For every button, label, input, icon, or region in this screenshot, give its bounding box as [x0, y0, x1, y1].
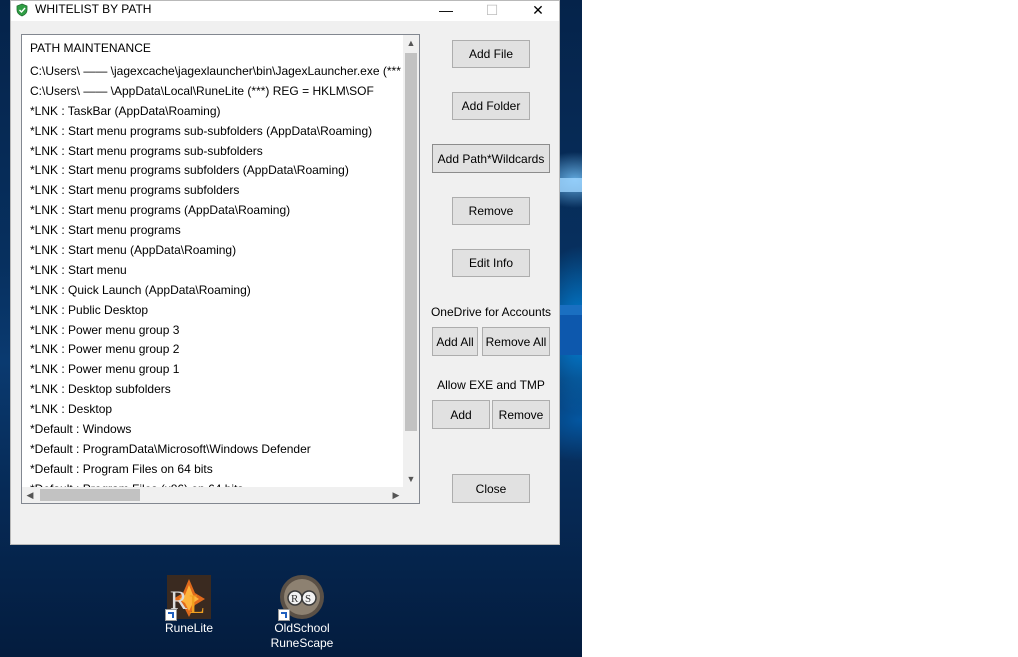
allow-exe-add-button[interactable]: Add — [432, 400, 490, 429]
vertical-scrollbar[interactable]: ▲ ▼ — [403, 35, 419, 487]
desktop-icon-runelite[interactable]: R L RuneLite — [162, 573, 216, 636]
scroll-up-icon[interactable]: ▲ — [403, 35, 419, 51]
wallpaper-light — [560, 178, 582, 192]
horizontal-scrollbar[interactable]: ◀ ▶ — [22, 487, 404, 503]
scrollbar-corner — [403, 487, 419, 503]
list-item[interactable]: *LNK : Start menu (AppData\Roaming) — [30, 240, 402, 260]
desktop-icon-oldschool-runescape[interactable]: R S OldSchool RuneScape — [270, 573, 334, 651]
add-path-wildcards-button[interactable]: Add Path*Wildcards — [432, 144, 550, 173]
title-bar[interactable]: WHITELIST BY PATH — ☐ ✕ — [11, 1, 559, 21]
add-file-button[interactable]: Add File — [452, 40, 530, 68]
path-list[interactable]: PATH MAINTENANCE C:\Users\ —— \jagexcach… — [21, 34, 420, 504]
list-item[interactable]: *LNK : Power menu group 1 — [30, 359, 402, 379]
oldschool-runescape-icon: R S — [278, 573, 326, 621]
list-item[interactable]: *LNK : Desktop subfolders — [30, 379, 402, 399]
desktop-icon-label: RuneLite — [164, 621, 214, 635]
svg-text:R: R — [291, 593, 299, 605]
list-header: PATH MAINTENANCE — [30, 41, 151, 55]
minimize-button[interactable]: — — [423, 1, 469, 21]
list-item[interactable]: *LNK : Start menu programs subfolders (A… — [30, 160, 402, 180]
onedrive-label: OneDrive for Accounts — [430, 305, 552, 319]
list-item[interactable]: *LNK : Quick Launch (AppData\Roaming) — [30, 280, 402, 300]
onedrive-add-all-button[interactable]: Add All — [432, 327, 478, 356]
scroll-left-icon[interactable]: ◀ — [22, 487, 38, 503]
add-folder-button[interactable]: Add Folder — [452, 92, 530, 120]
list-item[interactable]: *Default : Windows — [30, 419, 402, 439]
list-item[interactable]: C:\Users\ —— \jagexcache\jagexlauncher\b… — [30, 61, 402, 81]
close-button[interactable]: Close — [452, 474, 530, 503]
onedrive-remove-all-button[interactable]: Remove All — [482, 327, 550, 356]
list-item[interactable]: *LNK : Public Desktop — [30, 300, 402, 320]
list-item[interactable]: *LNK : TaskBar (AppData\Roaming) — [30, 101, 402, 121]
close-window-button[interactable]: ✕ — [515, 1, 561, 21]
path-items: C:\Users\ —— \jagexcache\jagexlauncher\b… — [30, 61, 402, 499]
runelite-icon: R L — [165, 573, 213, 621]
maximize-button[interactable]: ☐ — [469, 1, 515, 21]
list-item[interactable]: *LNK : Start menu programs (AppData\Roam… — [30, 200, 402, 220]
allow-exe-remove-button[interactable]: Remove — [492, 400, 550, 429]
horizontal-scroll-thumb[interactable] — [40, 489, 140, 501]
list-item[interactable]: *LNK : Start menu — [30, 260, 402, 280]
allow-exe-tmp-label: Allow EXE and TMP — [437, 378, 545, 392]
shield-check-icon — [16, 3, 28, 17]
svg-text:S: S — [305, 593, 311, 605]
scroll-right-icon[interactable]: ▶ — [388, 487, 404, 503]
window-title: WHITELIST BY PATH — [35, 2, 152, 16]
shortcut-arrow-icon — [165, 609, 177, 621]
list-item[interactable]: *Default : Program Files on 64 bits — [30, 459, 402, 479]
desktop-icon-label: OldSchool — [274, 621, 330, 635]
list-item[interactable]: *LNK : Start menu programs sub-subfolder… — [30, 141, 402, 161]
list-item[interactable]: *LNK : Start menu programs — [30, 220, 402, 240]
shortcut-arrow-icon — [278, 609, 290, 621]
remove-button[interactable]: Remove — [452, 197, 530, 225]
list-item[interactable]: *LNK : Power menu group 3 — [30, 320, 402, 340]
list-item[interactable]: *LNK : Start menu programs sub-subfolder… — [30, 121, 402, 141]
list-item[interactable]: *Default : ProgramData\Microsoft\Windows… — [30, 439, 402, 459]
list-item[interactable]: C:\Users\ —— \AppData\Local\RuneLite (**… — [30, 81, 402, 101]
desktop-icon-label: RuneScape — [270, 636, 334, 650]
vertical-scroll-thumb[interactable] — [405, 53, 417, 431]
scroll-down-icon[interactable]: ▼ — [403, 471, 419, 487]
list-item[interactable]: *LNK : Power menu group 2 — [30, 339, 402, 359]
list-item[interactable]: *LNK : Desktop — [30, 399, 402, 419]
wallpaper-light — [560, 305, 582, 315]
edit-info-button[interactable]: Edit Info — [452, 249, 530, 277]
wallpaper-light — [560, 315, 582, 355]
svg-text:L: L — [189, 590, 205, 619]
whitelist-by-path-window: WHITELIST BY PATH — ☐ ✕ PATH MAINTENANCE… — [10, 0, 560, 545]
list-item[interactable]: *LNK : Start menu programs subfolders — [30, 180, 402, 200]
